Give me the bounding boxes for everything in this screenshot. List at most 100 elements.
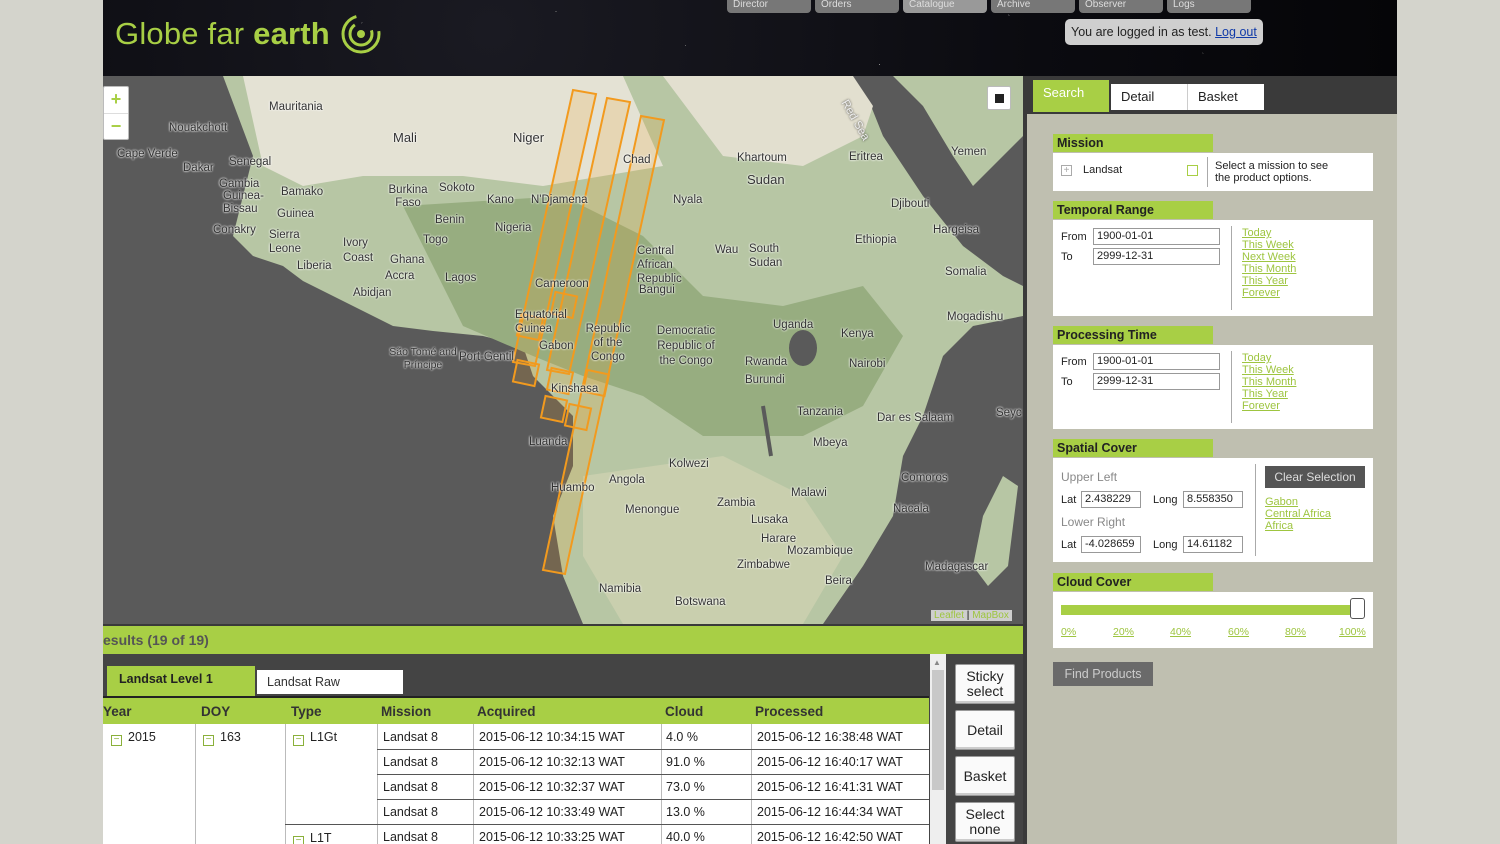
ul-lat-label: Lat [1061, 494, 1077, 506]
group-type-l1t[interactable]: − L1T [293, 831, 332, 844]
temporal-this-month-link[interactable]: This Month [1242, 263, 1296, 275]
footprint-box-5[interactable] [563, 402, 593, 432]
col-type[interactable]: Type [291, 704, 322, 719]
detail-button[interactable]: Detail [955, 710, 1015, 750]
temporal-forever-link[interactable]: Forever [1242, 287, 1296, 299]
cloud-tick-20[interactable]: 20% [1113, 626, 1134, 638]
footprint-box-1[interactable] [511, 358, 541, 388]
col-processed[interactable]: Processed [755, 704, 823, 719]
find-products-button[interactable]: Find Products [1053, 662, 1153, 686]
temporal-this-week-link[interactable]: This Week [1242, 239, 1296, 251]
label-somalia: Somalia [945, 266, 987, 278]
map[interactable]: Mauritania Mali Niger Chad Sudan Yemen R… [103, 76, 1023, 624]
tab-search[interactable]: Search [1033, 80, 1109, 112]
leaflet-link[interactable]: Leaflet [934, 610, 964, 621]
label-drc: Democratic Republic of the Congo [656, 325, 716, 367]
scroll-up-icon[interactable]: ▲ [933, 658, 941, 667]
temporal-today-link[interactable]: Today [1242, 227, 1296, 239]
nav-director[interactable]: Director [727, 0, 811, 13]
group-type-l1gt[interactable]: − L1Gt [293, 730, 337, 746]
logout-link[interactable]: Log out [1215, 25, 1257, 39]
group-doy[interactable]: −163 [203, 730, 241, 746]
nav-observer[interactable]: Observer [1079, 0, 1163, 13]
processing-from-input[interactable]: 1900-01-01 [1093, 353, 1220, 370]
cell-cloud: 73.0 % [666, 780, 705, 794]
temporal-from-label: From [1061, 231, 1087, 243]
ul-long-input[interactable]: 8.558350 [1183, 491, 1243, 508]
lr-lat-input[interactable]: -4.028659 [1081, 536, 1141, 553]
label-botswana: Botswana [675, 596, 726, 608]
temporal-next-week-link[interactable]: Next Week [1242, 251, 1296, 263]
mission-landsat-checkbox[interactable] [1187, 165, 1198, 176]
mission-landsat-label: Landsat [1083, 164, 1123, 176]
tab-landsat-level1[interactable]: Landsat Level 1 [107, 666, 255, 696]
lr-long-input[interactable]: 14.61182 [1183, 536, 1243, 553]
results-table: Year DOY Type Mission Acquired Cloud Pro… [103, 696, 929, 844]
col-cloud[interactable]: Cloud [665, 704, 703, 719]
tab-detail[interactable]: Detail [1111, 84, 1187, 110]
select-none-button[interactable]: Select none [955, 802, 1015, 842]
tab-landsat-raw[interactable]: Landsat Raw [257, 670, 403, 694]
cloud-slider-handle[interactable] [1350, 598, 1365, 619]
label-gambia: Gambia [219, 178, 260, 190]
col-divider [661, 724, 662, 844]
cloud-slider-track[interactable] [1061, 605, 1351, 615]
group-year[interactable]: −2015 [111, 730, 156, 746]
mapbox-link[interactable]: MapBox [972, 610, 1009, 621]
temporal-from-input[interactable]: 1900-01-01 [1093, 228, 1220, 245]
scrollbar-thumb[interactable] [932, 670, 944, 790]
logo[interactable]: Globe far earth [115, 16, 330, 52]
ul-lat-input[interactable]: 2.438229 [1081, 491, 1141, 508]
zoom-out-button[interactable]: − [104, 113, 128, 139]
processing-this-week-link[interactable]: This Week [1242, 364, 1296, 376]
col-year[interactable]: Year [103, 704, 132, 719]
cloud-tick-100[interactable]: 100% [1339, 626, 1366, 638]
label-huambo: Huambo [551, 482, 595, 494]
temporal-this-year-link[interactable]: This Year [1242, 275, 1296, 287]
nav-catalogue[interactable]: Catalogue [903, 0, 987, 13]
collapse-icon[interactable]: − [203, 735, 214, 746]
nav-orders[interactable]: Orders [815, 0, 899, 13]
top-nav: Director Orders Catalogue Archive Observ… [727, 0, 1251, 13]
expand-icon[interactable]: + [1061, 165, 1072, 176]
draw-rectangle-button[interactable] [987, 86, 1011, 110]
cloud-tick-80[interactable]: 80% [1285, 626, 1306, 638]
collapse-icon[interactable]: − [293, 836, 304, 844]
processing-this-year-link[interactable]: This Year [1242, 388, 1296, 400]
col-doy[interactable]: DOY [201, 704, 230, 719]
logo-swirl-icon [341, 14, 381, 54]
clear-selection-button[interactable]: Clear Selection [1265, 466, 1365, 488]
region-links: Gabon Central Africa Africa [1265, 496, 1331, 532]
tab-basket[interactable]: Basket [1187, 84, 1264, 110]
cloud-tick-0[interactable]: 0% [1061, 626, 1076, 638]
collapse-icon[interactable]: − [111, 735, 122, 746]
basket-button[interactable]: Basket [955, 756, 1015, 796]
cloud-tick-40[interactable]: 40% [1170, 626, 1191, 638]
region-gabon-link[interactable]: Gabon [1265, 496, 1331, 508]
region-africa-link[interactable]: Africa [1265, 520, 1331, 532]
region-central-africa-link[interactable]: Central Africa [1265, 508, 1331, 520]
row-separator [377, 799, 929, 800]
zoom-in-button[interactable]: + [104, 87, 128, 113]
label-conakry: Conakry [213, 224, 256, 236]
nav-archive[interactable]: Archive [991, 0, 1075, 13]
label-guinea: Guinea [277, 208, 315, 220]
col-mission[interactable]: Mission [381, 704, 431, 719]
col-acquired[interactable]: Acquired [477, 704, 536, 719]
footprint-box-4[interactable] [539, 394, 569, 424]
cell-mission: Landsat 8 [383, 780, 438, 794]
processing-this-month-link[interactable]: This Month [1242, 376, 1296, 388]
group-year-value: 2015 [128, 730, 156, 744]
label-eritrea: Eritrea [849, 151, 883, 163]
processing-today-link[interactable]: Today [1242, 352, 1296, 364]
row-separator [377, 749, 929, 750]
sticky-select-button[interactable]: Sticky select [955, 664, 1015, 704]
mission-hint: Select a mission to see the product opti… [1215, 160, 1329, 184]
processing-forever-link[interactable]: Forever [1242, 400, 1296, 412]
collapse-icon[interactable]: − [293, 735, 304, 746]
nav-logs[interactable]: Logs [1167, 0, 1251, 13]
cloud-tick-60[interactable]: 60% [1228, 626, 1249, 638]
processing-to-input[interactable]: 2999-12-31 [1093, 373, 1220, 390]
temporal-to-input[interactable]: 2999-12-31 [1093, 248, 1220, 265]
results-scrollbar[interactable]: ▲ [930, 654, 946, 844]
